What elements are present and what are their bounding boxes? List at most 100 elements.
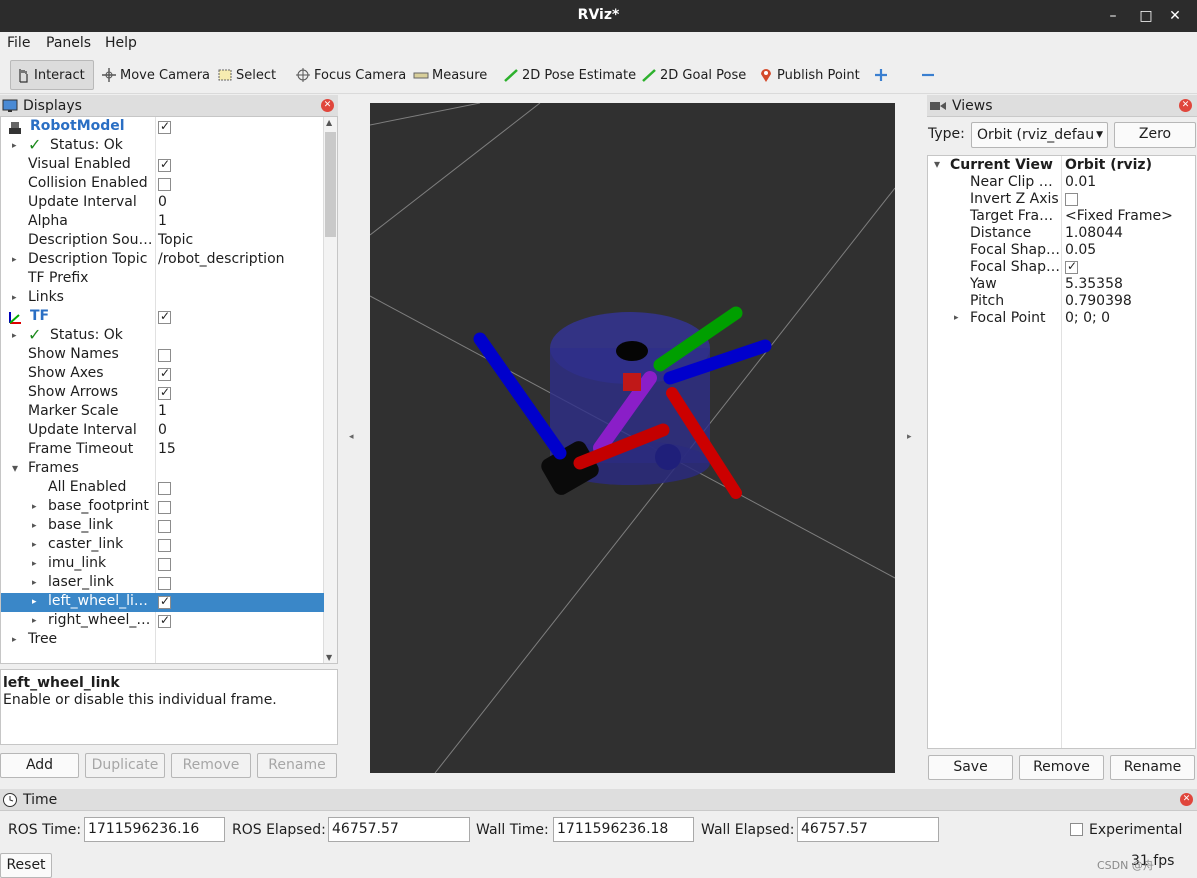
experimental-checkbox[interactable] — [1070, 823, 1083, 836]
chevron-down-icon[interactable]: ▾ — [934, 157, 940, 171]
chevron-right-icon[interactable]: ▸ — [32, 502, 37, 512]
display-row-checkbox[interactable] — [158, 558, 171, 571]
display-row[interactable]: ▸ base_link — [1, 517, 324, 536]
chevron-right-icon[interactable]: ▸ — [12, 255, 17, 265]
display-row-checkbox[interactable] — [158, 577, 171, 590]
scroll-down-icon[interactable]: ▼ — [326, 653, 332, 662]
add-tool-button[interactable] — [869, 60, 896, 90]
views-tree[interactable]: ▾ Current View Orbit (rviz) Near Clip … 0.01… — [927, 155, 1196, 749]
ros-time-field[interactable]: 1711596236.16 — [84, 817, 225, 842]
displays-tree[interactable]: ▲ ▼ RobotModel ▸ ✓ Status: Ok Visual Enabled… — [0, 116, 338, 664]
view-row[interactable]: Target Fra… <Fixed Frame> — [928, 208, 1195, 225]
minimize-icon[interactable]: – — [1103, 6, 1123, 26]
chevron-right-icon[interactable]: ▸ — [12, 293, 17, 303]
display-row[interactable]: Frame Timeout 15 — [1, 441, 324, 460]
view-row[interactable]: Focal Shap… 0.05 — [928, 242, 1195, 259]
display-row[interactable]: ▸ Description Topic/robot_description — [1, 251, 324, 270]
remove-tool-button[interactable] — [916, 60, 943, 90]
rename-view-button[interactable]: Rename — [1110, 755, 1195, 780]
publish-point-tool[interactable]: Publish Point — [754, 60, 864, 90]
view-row-value[interactable]: 0.01 — [1065, 174, 1096, 190]
menu-file[interactable]: File — [7, 35, 30, 51]
wall-time-field[interactable]: 1711596236.18 — [553, 817, 694, 842]
remove-view-button[interactable]: Remove — [1019, 755, 1104, 780]
view-type-select[interactable]: Orbit (rviz_defau ▼ — [971, 122, 1108, 148]
pose-estimate-tool[interactable]: 2D Pose Estimate — [499, 60, 640, 90]
view-row-value[interactable]: 1.08044 — [1065, 225, 1123, 241]
displays-scrollbar[interactable]: ▲ ▼ — [323, 117, 337, 663]
display-row-checkbox[interactable] — [158, 349, 171, 362]
display-row-checkbox[interactable] — [158, 178, 171, 191]
view-row-checkbox[interactable] — [1065, 193, 1078, 206]
chevron-right-icon[interactable]: ▸ — [12, 331, 17, 341]
save-view-button[interactable]: Save — [928, 755, 1013, 780]
close-displays-icon[interactable]: ✕ — [321, 99, 334, 112]
display-row[interactable]: Show Arrows — [1, 384, 324, 403]
chevron-right-icon[interactable]: ▸ — [32, 578, 37, 588]
display-row-checkbox[interactable] — [158, 482, 171, 495]
view-row-value[interactable]: 0.790398 — [1065, 293, 1132, 309]
chevron-right-icon[interactable]: ▸ — [954, 313, 959, 323]
display-row[interactable]: Description Sou… Topic — [1, 232, 324, 251]
add-display-button[interactable]: Add — [0, 753, 79, 778]
display-row[interactable]: Update Interval 0 — [1, 422, 324, 441]
close-views-icon[interactable]: ✕ — [1179, 99, 1192, 112]
display-row-checkbox[interactable] — [158, 157, 171, 172]
display-row[interactable]: All Enabled — [1, 479, 324, 498]
display-row[interactable]: Show Names — [1, 346, 324, 365]
chevron-right-icon[interactable]: ▸ — [32, 521, 37, 531]
view-row-value[interactable]: Orbit (rviz) — [1065, 157, 1152, 173]
display-row-value[interactable]: Topic — [158, 232, 193, 248]
interact-tool[interactable]: Interact — [10, 60, 94, 90]
view-row[interactable]: Focal Shap… — [928, 259, 1195, 276]
collapse-left-icon[interactable]: ◂ — [349, 432, 354, 442]
move-camera-tool[interactable]: Move Camera — [97, 60, 214, 90]
view-row[interactable]: Distance 1.08044 — [928, 225, 1195, 242]
scroll-up-icon[interactable]: ▲ — [326, 118, 332, 127]
display-row-value[interactable]: 15 — [158, 441, 176, 457]
view-row-value[interactable]: 5.35358 — [1065, 276, 1123, 292]
display-row-value[interactable]: 1 — [158, 213, 167, 229]
menu-help[interactable]: Help — [105, 35, 137, 51]
display-row[interactable]: ▾ Frames — [1, 460, 324, 479]
view-row[interactable]: Yaw 5.35358 — [928, 276, 1195, 293]
zero-button[interactable]: Zero — [1114, 122, 1196, 148]
ros-elapsed-field[interactable]: 46757.57 — [328, 817, 470, 842]
display-row-checkbox[interactable] — [158, 613, 171, 628]
display-row-checkbox[interactable] — [158, 309, 171, 324]
scrollbar-thumb[interactable] — [325, 132, 336, 237]
display-row[interactable]: ▸ ✓ Status: Ok — [1, 135, 324, 156]
chevron-right-icon[interactable]: ▸ — [12, 635, 17, 645]
chevron-right-icon[interactable]: ▸ — [32, 540, 37, 550]
display-row[interactable]: ▸ Links — [1, 289, 324, 308]
menu-panels[interactable]: Panels — [46, 35, 91, 51]
display-row-checkbox[interactable] — [158, 119, 171, 134]
view-row-value[interactable]: <Fixed Frame> — [1065, 208, 1173, 224]
display-row-checkbox[interactable] — [158, 385, 171, 400]
chevron-right-icon[interactable]: ▸ — [32, 597, 37, 607]
remove-display-button[interactable]: Remove — [171, 753, 251, 778]
display-row-value[interactable]: 0 — [158, 422, 167, 438]
close-time-icon[interactable]: ✕ — [1180, 793, 1193, 806]
view-row[interactable]: Pitch 0.790398 — [928, 293, 1195, 310]
chevron-right-icon[interactable]: ▸ — [32, 616, 37, 626]
view-row[interactable]: Invert Z Axis — [928, 191, 1195, 208]
focus-camera-tool[interactable]: Focus Camera — [291, 60, 410, 90]
view-row[interactable]: ▸ Focal Point 0; 0; 0 — [928, 310, 1195, 327]
display-row-value[interactable]: 0 — [158, 194, 167, 210]
display-row[interactable]: ▸ Tree — [1, 631, 324, 650]
display-row-checkbox[interactable] — [158, 539, 171, 552]
duplicate-display-button[interactable]: Duplicate — [85, 753, 165, 778]
display-row[interactable]: ▸ left_wheel_li… — [1, 593, 324, 612]
measure-tool[interactable]: Measure — [409, 60, 491, 90]
render-viewport[interactable] — [369, 102, 896, 774]
close-icon[interactable]: ✕ — [1165, 6, 1185, 26]
display-row-checkbox[interactable] — [158, 520, 171, 533]
wall-elapsed-field[interactable]: 46757.57 — [797, 817, 939, 842]
display-row-checkbox[interactable] — [158, 594, 171, 609]
display-row[interactable]: RobotModel — [1, 118, 324, 137]
reset-button[interactable]: Reset — [0, 853, 52, 878]
display-row[interactable]: Show Axes — [1, 365, 324, 384]
view-row[interactable]: Near Clip … 0.01 — [928, 174, 1195, 191]
display-row[interactable]: Collision Enabled — [1, 175, 324, 194]
